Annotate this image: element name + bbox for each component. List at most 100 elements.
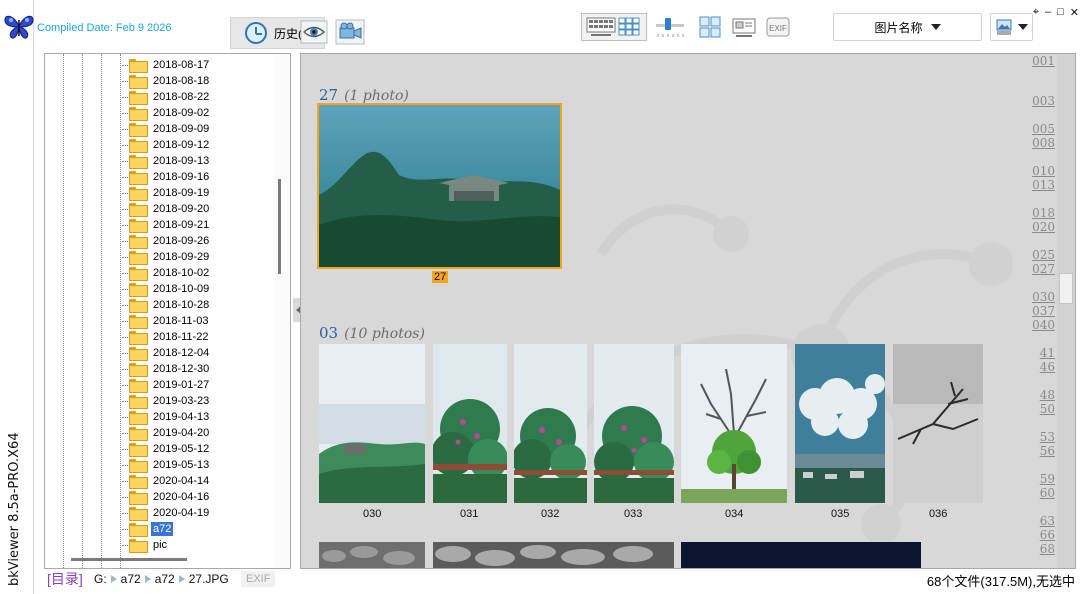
tree-folder-item[interactable]: 2018-09-20 xyxy=(45,201,275,217)
index-link[interactable]: 41 xyxy=(1040,346,1055,360)
group-count: (10 photos) xyxy=(344,326,425,342)
index-link[interactable]: 53 xyxy=(1040,430,1055,444)
folder-icon xyxy=(129,299,148,313)
video-button[interactable] xyxy=(334,17,366,47)
photo-thumbnail-035[interactable] xyxy=(795,344,885,503)
tree-folder-item[interactable]: 2018-11-03 xyxy=(45,313,275,329)
breadcrumb-item[interactable]: 27.JPG xyxy=(189,572,229,586)
main-scrollbar-thumb[interactable] xyxy=(1059,273,1073,304)
tree-folder-item[interactable]: 2018-08-17 xyxy=(45,57,275,73)
maximize-icon[interactable]: □ xyxy=(1057,6,1064,19)
tree-folder-item[interactable]: 2019-04-13 xyxy=(45,409,275,425)
group-name: 03 xyxy=(319,324,339,342)
main-scrollbar[interactable] xyxy=(1057,54,1075,568)
index-link[interactable]: 005 xyxy=(1032,122,1055,136)
photo-thumbnail-036[interactable] xyxy=(893,344,983,503)
tree-folder-item[interactable]: 2018-10-09 xyxy=(45,281,275,297)
tree-folder-item[interactable]: 2019-01-27 xyxy=(45,377,275,393)
tree-folder-item[interactable]: 2018-09-29 xyxy=(45,249,275,265)
tree-folder-item[interactable]: 2018-10-28 xyxy=(45,297,275,313)
index-link[interactable]: 48 xyxy=(1040,388,1055,402)
tree-scrollbar-thumb[interactable] xyxy=(278,179,281,274)
index-link[interactable]: 013 xyxy=(1032,178,1055,192)
close-icon[interactable]: ✕ xyxy=(1070,6,1079,19)
tree-folder-item[interactable]: pic xyxy=(45,537,275,553)
index-link[interactable]: 68 xyxy=(1040,542,1055,556)
tree-folder-item[interactable]: 2019-05-13 xyxy=(45,457,275,473)
folder-label: 2018-08-17 xyxy=(153,59,210,71)
tree-folder-item[interactable]: 2018-09-26 xyxy=(45,233,275,249)
photo-thumbnail-partial[interactable] xyxy=(319,542,425,568)
tree-folder-item[interactable]: 2018-11-22 xyxy=(45,329,275,345)
breadcrumb-item[interactable]: a72 xyxy=(155,572,175,586)
folder-label: 2018-09-16 xyxy=(153,171,210,183)
tree-folder-item[interactable]: 2018-09-12 xyxy=(45,137,275,153)
index-link[interactable]: 018 xyxy=(1032,206,1055,220)
photo-thumbnail-031[interactable] xyxy=(433,344,507,503)
photo-thumbnail-033[interactable] xyxy=(594,344,674,503)
breadcrumb-item[interactable]: G: xyxy=(94,572,107,586)
index-link[interactable]: 020 xyxy=(1032,220,1055,234)
photo-caption-030: 030 xyxy=(363,508,382,520)
tree-folder-item[interactable]: 2018-09-16 xyxy=(45,169,275,185)
directory-toggle[interactable]: [目录] xyxy=(47,569,83,589)
index-link[interactable]: 003 xyxy=(1032,94,1055,108)
index-link[interactable]: 60 xyxy=(1040,486,1055,500)
tree-folder-item[interactable]: 2018-10-02 xyxy=(45,265,275,281)
minimize-icon[interactable]: – xyxy=(1045,6,1051,19)
group-header-27: 27 (1 photo) xyxy=(319,86,409,104)
tree-folder-item[interactable]: 2018-09-13 xyxy=(45,153,275,169)
index-link[interactable]: 027 xyxy=(1032,262,1055,276)
tree-folder-item[interactable]: 2018-12-30 xyxy=(45,361,275,377)
index-link[interactable]: 66 xyxy=(1040,528,1055,542)
exif-button[interactable]: EXIF xyxy=(762,12,794,42)
index-link[interactable]: 037 xyxy=(1032,304,1055,318)
tree-folder-item[interactable]: 2020-04-19 xyxy=(45,505,275,521)
photo-thumbnail-034[interactable] xyxy=(681,344,787,503)
index-link[interactable]: 010 xyxy=(1032,164,1055,178)
tree-hscrollbar-thumb[interactable] xyxy=(71,558,187,561)
eye-button[interactable] xyxy=(298,17,330,47)
photo-thumbnail-030[interactable] xyxy=(319,344,425,503)
index-link[interactable]: 025 xyxy=(1032,248,1055,262)
index-link[interactable]: 030 xyxy=(1032,290,1055,304)
tree-folder-item[interactable]: 2018-09-02 xyxy=(45,105,275,121)
index-link[interactable]: 59 xyxy=(1040,472,1055,486)
tree-folder-item[interactable]: 2019-04-20 xyxy=(45,425,275,441)
index-link[interactable]: 63 xyxy=(1040,514,1055,528)
index-link[interactable]: 46 xyxy=(1040,360,1055,374)
photo-thumbnail-partial[interactable] xyxy=(681,542,921,568)
grid-view-icon[interactable] xyxy=(616,16,642,38)
image-menu-dropdown[interactable] xyxy=(990,13,1033,41)
index-link[interactable]: 56 xyxy=(1040,444,1055,458)
tree-folder-item[interactable]: 2020-04-16 xyxy=(45,489,275,505)
tree-folder-item[interactable]: 2018-08-22 xyxy=(45,89,275,105)
index-link[interactable]: 50 xyxy=(1040,402,1055,416)
tree-folder-item[interactable]: 2019-05-12 xyxy=(45,441,275,457)
tree-folder-item[interactable]: 2018-12-04 xyxy=(45,345,275,361)
photo-thumbnail-032[interactable] xyxy=(514,344,587,503)
sort-label: 图片名称 xyxy=(874,20,923,35)
index-link[interactable]: 040 xyxy=(1032,318,1055,332)
list-view-icon[interactable] xyxy=(586,16,616,38)
sort-dropdown[interactable]: 图片名称 xyxy=(833,13,982,41)
tree-folder-item[interactable]: a72 xyxy=(45,521,275,537)
tree-folder-item[interactable]: 2018-09-09 xyxy=(45,121,275,137)
photo-thumbnail-partial[interactable] xyxy=(433,542,674,568)
index-link[interactable]: 008 xyxy=(1032,136,1055,150)
tree-folder-item[interactable]: 2018-09-19 xyxy=(45,185,275,201)
tree-folder-item[interactable]: 2018-09-21 xyxy=(45,217,275,233)
folder-label: 2020-04-14 xyxy=(153,475,210,487)
exif-status[interactable]: EXIF xyxy=(241,571,276,587)
tree-folder-item[interactable]: 2019-03-23 xyxy=(45,393,275,409)
detail-view-button[interactable] xyxy=(728,12,760,42)
tree-scrollbar-track[interactable] xyxy=(273,54,290,568)
large-grid-button[interactable] xyxy=(694,12,726,42)
tree-folder-item[interactable]: 2020-04-14 xyxy=(45,473,275,489)
folder-label: 2018-11-22 xyxy=(153,331,209,343)
index-link[interactable]: 001 xyxy=(1032,54,1055,68)
breadcrumb-item[interactable]: a72 xyxy=(121,572,141,586)
thumb-size-slider[interactable] xyxy=(654,12,686,42)
tree-folder-item[interactable]: 2018-08-18 xyxy=(45,73,275,89)
pin-icon[interactable]: ⌖ xyxy=(1033,6,1039,19)
